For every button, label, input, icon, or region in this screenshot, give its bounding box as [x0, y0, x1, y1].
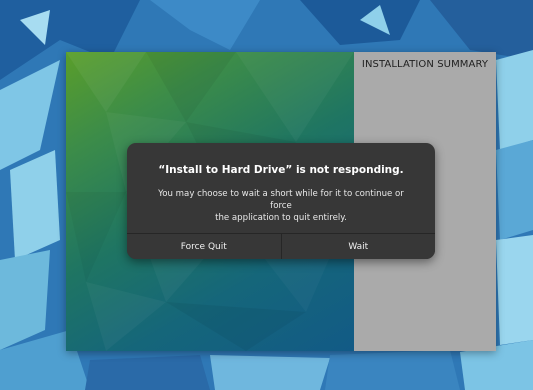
dialog-title: “Install to Hard Drive” is not respondin… [158, 164, 404, 176]
installation-summary-title: INSTALLATION SUMMARY [361, 59, 489, 70]
dialog-message-line-2: the application to quit entirely. [215, 213, 347, 223]
dialog-actions: Force Quit Wait [127, 233, 435, 259]
dialog-message-line-1: You may choose to wait a short while for… [158, 189, 404, 211]
desktop-wallpaper: INSTALLATION SUMMARY “Install to Hard Dr… [0, 0, 533, 390]
force-quit-button[interactable]: Force Quit [127, 234, 281, 259]
dialog-message: You may choose to wait a short while for… [147, 188, 415, 224]
not-responding-dialog: “Install to Hard Drive” is not respondin… [127, 143, 435, 259]
wait-button[interactable]: Wait [280, 234, 435, 259]
